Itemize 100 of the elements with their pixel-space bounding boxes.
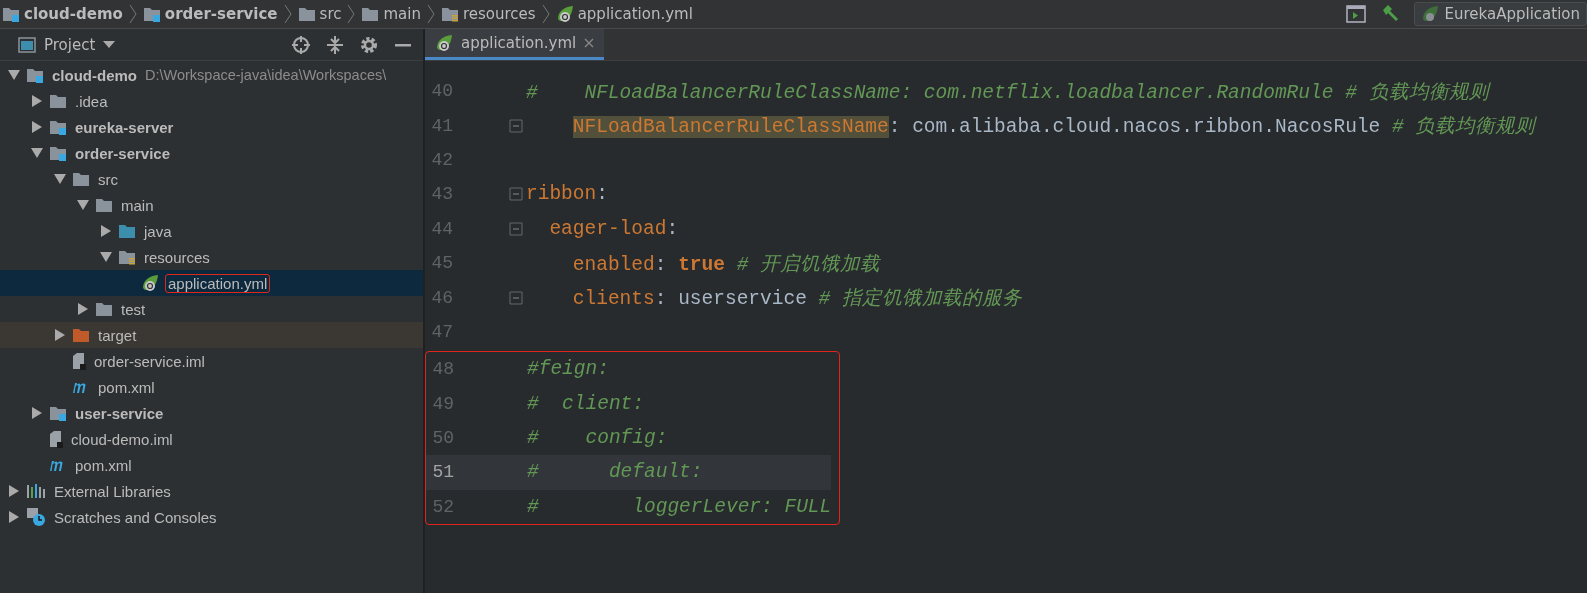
tree-item-label: main — [120, 196, 155, 214]
folder-icon — [95, 197, 113, 213]
folder-icon — [72, 171, 90, 187]
line-number: 50 — [431, 428, 454, 449]
breadcrumb-item[interactable]: application.yml — [577, 5, 693, 23]
tree-row[interactable]: application.yml — [0, 270, 423, 296]
tree-item-label: eureka-server — [74, 118, 175, 136]
collapsed-arrow-icon[interactable] — [77, 303, 89, 315]
run-configuration-dropdown[interactable]: EurekaApplication — [1413, 2, 1587, 26]
fold-marker-icon[interactable] — [509, 187, 523, 202]
tree-item-label: cloud-demo — [51, 66, 138, 84]
tree-item-label: order-service.iml — [93, 352, 206, 370]
tree-row[interactable]: order-service — [0, 140, 423, 166]
line-number: 49 — [431, 393, 454, 414]
tree-row[interactable]: user-service — [0, 400, 423, 426]
folder-icon — [440, 6, 459, 22]
code-line: # default: — [527, 461, 703, 484]
panel-icon — [18, 36, 36, 53]
tree-row[interactable]: cloud-demo D:\Workspace-java\idea\Workspaces\ — [0, 62, 423, 88]
tree-item-label: application.yml — [165, 273, 271, 293]
chevron-icon — [283, 4, 292, 24]
module-folder-icon — [49, 119, 67, 135]
tree-row[interactable]: java — [0, 218, 423, 244]
collapse-all-icon[interactable] — [325, 34, 345, 55]
close-icon[interactable] — [584, 38, 595, 48]
tree-row[interactable]: .idea — [0, 88, 423, 114]
fold-marker-icon[interactable] — [509, 290, 523, 305]
line-number: 42 — [430, 149, 453, 170]
tree-item-label: test — [120, 300, 147, 318]
breadcrumb-item[interactable]: src — [319, 5, 342, 23]
tree-row[interactable]: cloud-demo.iml — [0, 426, 423, 452]
chevron-icon — [541, 4, 550, 24]
chevron-icon — [347, 4, 356, 24]
expanded-arrow-icon[interactable] — [100, 251, 112, 263]
tree-row[interactable]: Scratches and Consoles — [0, 504, 423, 530]
tree-row[interactable]: eureka-server — [0, 114, 423, 140]
editor-tab[interactable]: application.yml — [425, 29, 605, 60]
code-line: # config: — [527, 427, 668, 450]
tree-row[interactable]: main — [0, 192, 423, 218]
tree-row[interactable]: order-service.iml — [0, 348, 423, 374]
tree-row[interactable]: resources — [0, 244, 423, 270]
line-number: 51 — [431, 462, 454, 483]
line-number: 40 — [430, 81, 453, 102]
code-line: # client: — [527, 392, 645, 415]
breadcrumb-item[interactable]: main — [383, 5, 421, 23]
module-file-icon — [49, 430, 63, 448]
spring-leaf-icon — [141, 274, 159, 292]
tree-row[interactable]: pom.xml — [0, 452, 423, 478]
locate-icon[interactable] — [291, 34, 311, 55]
expanded-arrow-icon[interactable] — [8, 69, 20, 81]
tree-row[interactable]: src — [0, 166, 423, 192]
collapsed-arrow-icon[interactable] — [31, 407, 43, 419]
module-folder-icon — [26, 67, 44, 83]
code-line: ribbon: — [526, 183, 608, 206]
line-number: 52 — [431, 496, 454, 517]
folder-icon — [118, 223, 136, 239]
panel-title[interactable]: Project — [44, 35, 96, 54]
line-number: 46 — [430, 287, 453, 308]
expanded-arrow-icon[interactable] — [54, 173, 66, 185]
collapsed-arrow-icon[interactable] — [8, 511, 20, 523]
fold-marker-icon[interactable] — [509, 221, 523, 236]
collapsed-arrow-icon[interactable] — [31, 95, 43, 107]
collapsed-arrow-icon[interactable] — [31, 121, 43, 133]
breadcrumb-item[interactable]: resources — [462, 5, 536, 23]
line-number: 45 — [430, 253, 453, 274]
collapsed-arrow-icon[interactable] — [54, 329, 66, 341]
module-folder-icon — [2, 6, 20, 22]
fold-marker-icon[interactable] — [509, 118, 523, 133]
folder-icon — [95, 301, 113, 317]
code-line: # loggerLever: FULL — [527, 495, 832, 518]
breadcrumb-item[interactable]: order-service — [164, 5, 278, 23]
line-number: 47 — [430, 321, 453, 342]
module-folder-icon — [49, 405, 67, 421]
collapsed-arrow-icon[interactable] — [100, 225, 112, 237]
tree-row[interactable]: test — [0, 296, 423, 322]
expanded-arrow-icon[interactable] — [31, 147, 43, 159]
dropdown-caret-icon[interactable] — [103, 40, 116, 49]
libraries-icon — [26, 483, 46, 499]
tree-row[interactable]: External Libraries — [0, 478, 423, 504]
run-console-icon[interactable] — [1345, 5, 1366, 23]
tree-item-label: Scratches and Consoles — [53, 508, 218, 526]
tree-row[interactable]: pom.xml — [0, 374, 423, 400]
line-number: 41 — [430, 115, 453, 136]
folder-icon — [361, 6, 380, 22]
tab-label: application.yml — [461, 34, 577, 52]
spring-leaf-icon — [555, 5, 574, 23]
tree-item-label: .idea — [74, 92, 109, 110]
code-line: # NFLoadBalancerRuleClassName: com.netflix.loadbalancer.RandomRule # 负载均衡规则 — [526, 80, 1489, 105]
tree-item-label: pom.xml — [74, 456, 133, 474]
settings-icon[interactable] — [359, 34, 379, 55]
chevron-icon — [128, 4, 137, 24]
chevron-icon — [426, 4, 435, 24]
collapsed-arrow-icon[interactable] — [8, 485, 20, 497]
scratches-icon — [26, 507, 46, 527]
expanded-arrow-icon[interactable] — [77, 199, 89, 211]
breadcrumb-item[interactable]: cloud-demo — [24, 5, 123, 23]
folder-icon — [297, 6, 316, 22]
tree-row[interactable]: target — [0, 322, 423, 348]
tree-item-label: pom.xml — [97, 378, 156, 396]
folder-icon — [118, 249, 136, 265]
